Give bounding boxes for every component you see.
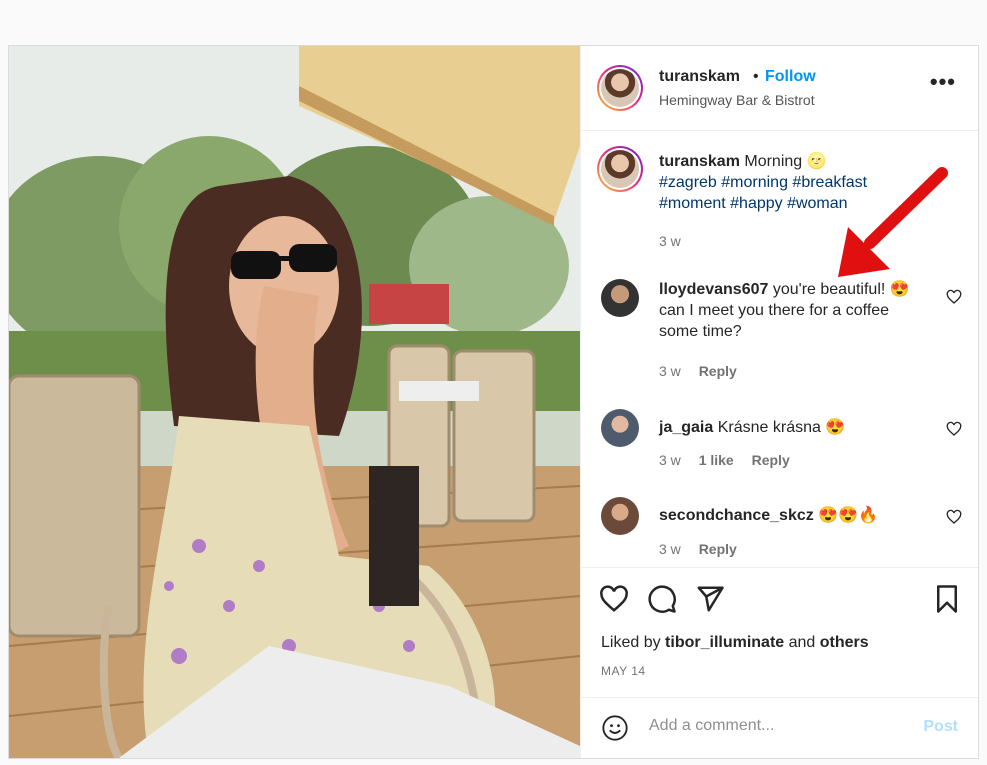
caption-meta: 3 w bbox=[659, 233, 695, 249]
emoji-icon[interactable] bbox=[601, 714, 629, 742]
likes-count[interactable]: 1 like bbox=[699, 452, 734, 468]
commenter-avatar[interactable] bbox=[601, 496, 639, 535]
comment-body: Krásne krásna 😍 bbox=[717, 418, 846, 436]
commenter-avatar[interactable] bbox=[601, 278, 639, 317]
comment-text: secondchance_skcz 😍😍🔥 bbox=[659, 505, 919, 526]
like-comment-heart-icon[interactable] bbox=[946, 289, 962, 305]
post-sidebar: turanskam • Follow Hemingway Bar & Bistr… bbox=[580, 46, 978, 758]
post-photo[interactable] bbox=[9, 46, 580, 758]
comment-text: ja_gaia Krásne krásna 😍 bbox=[659, 417, 919, 438]
bookmark-icon[interactable] bbox=[932, 584, 962, 614]
post-comment-button[interactable]: Post bbox=[923, 718, 958, 736]
red-arrow bbox=[838, 167, 948, 277]
comment-composer: Post bbox=[581, 698, 978, 758]
comment-text: lloydevans607 you're beautiful! 😍 can I … bbox=[659, 279, 919, 342]
comment-time: 3 w bbox=[659, 540, 681, 557]
commenter-username[interactable]: ja_gaia bbox=[659, 419, 713, 436]
post-location[interactable]: Hemingway Bar & Bistrot bbox=[659, 92, 815, 108]
comment-body: 😍😍🔥 bbox=[818, 506, 878, 524]
likes-summary: Liked by tibor_illuminate and others bbox=[601, 634, 869, 652]
follow-button[interactable]: Follow bbox=[765, 68, 816, 86]
share-icon[interactable] bbox=[695, 584, 725, 614]
caption-hashtags-2[interactable]: #moment #happy #woman bbox=[659, 195, 848, 212]
likes-prefix: Liked by bbox=[601, 633, 661, 651]
commenter-username[interactable]: lloydevans607 bbox=[659, 281, 768, 298]
caption-time: 3 w bbox=[659, 232, 681, 249]
like-comment-heart-icon[interactable] bbox=[946, 421, 962, 437]
post-date: MAY 14 bbox=[601, 663, 646, 678]
reply-button[interactable]: Reply bbox=[752, 452, 790, 468]
comment-time: 3 w bbox=[659, 451, 681, 468]
likes-joiner: and bbox=[788, 633, 816, 651]
post-header: turanskam • Follow Hemingway Bar & Bistr… bbox=[581, 46, 978, 131]
reply-button[interactable]: Reply bbox=[699, 541, 737, 557]
comment-meta: 3 w Reply bbox=[659, 363, 751, 379]
author-username[interactable]: turanskam bbox=[659, 68, 740, 86]
caption-username[interactable]: turanskam bbox=[659, 153, 740, 170]
comment-icon[interactable] bbox=[647, 584, 677, 614]
like-comment-heart-icon[interactable] bbox=[946, 509, 962, 525]
heart-icon[interactable] bbox=[599, 584, 629, 614]
commenter-username[interactable]: secondchance_skcz bbox=[659, 507, 814, 524]
author-avatar[interactable] bbox=[597, 65, 643, 111]
caption-body: Morning 🌝 bbox=[744, 152, 827, 170]
likes-others-link[interactable]: others bbox=[820, 634, 869, 651]
instagram-post: turanskam • Follow Hemingway Bar & Bistr… bbox=[8, 45, 979, 759]
separator-dot: • bbox=[753, 68, 759, 85]
comment-meta: 3 w 1 like Reply bbox=[659, 452, 804, 468]
liker-username[interactable]: tibor_illuminate bbox=[665, 634, 784, 651]
post-actions: Liked by tibor_illuminate and others MAY… bbox=[581, 568, 978, 699]
caption-avatar[interactable] bbox=[597, 145, 643, 192]
comment-input[interactable] bbox=[647, 716, 891, 737]
photo-illustration bbox=[9, 46, 580, 758]
commenter-avatar[interactable] bbox=[601, 408, 639, 447]
comment-meta: 3 w Reply bbox=[659, 541, 751, 557]
more-icon[interactable]: ••• bbox=[930, 71, 956, 93]
reply-button[interactable]: Reply bbox=[699, 363, 737, 379]
comment-time: 3 w bbox=[659, 362, 681, 379]
